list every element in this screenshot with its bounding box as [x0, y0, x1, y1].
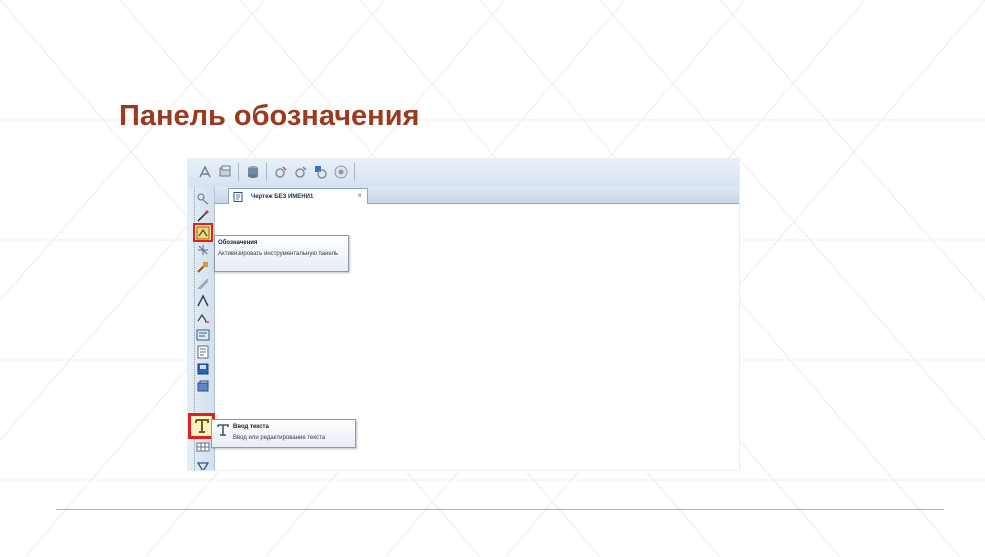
document-tab-label: Чертеж БЕЗ ИМЕНИ1 — [251, 193, 314, 200]
spec-link-icon[interactable] — [312, 163, 330, 181]
slide-title: Панель обозначения — [119, 100, 420, 132]
document-tabbar: Чертеж БЕЗ ИМЕНИ1 × — [214, 187, 739, 204]
layers-icon[interactable] — [216, 163, 234, 181]
spec-copy-icon[interactable] — [292, 163, 310, 181]
tooltip-title: Ввод текста — [233, 424, 269, 430]
dimensions-icon[interactable] — [195, 208, 211, 223]
tooltip-description: Ввод или редактирование текста — [233, 435, 326, 441]
table-icon[interactable] — [195, 439, 211, 454]
edit-icon[interactable] — [195, 242, 211, 257]
tooltip-text-input: Ввод текста Ввод или редактирование текс… — [211, 419, 356, 448]
tooltip-designations: Обозначения Активизировать инструменталь… — [214, 235, 349, 272]
roughness-icon[interactable] — [195, 458, 211, 470]
drawing-icon — [233, 191, 243, 202]
designations-icon[interactable] — [193, 223, 213, 242]
kompas-window: Чертеж БЕЗ ИМЕНИ1 × Обозначения Активизи… — [188, 159, 739, 470]
top-toolbar — [188, 159, 739, 188]
close-icon[interactable]: × — [357, 191, 362, 201]
tooltip-description: Активизировать инструментальную панель — [218, 251, 339, 257]
associative-icon[interactable] — [195, 310, 211, 325]
settings-icon[interactable] — [332, 163, 350, 181]
footer-divider — [56, 509, 944, 510]
database-icon[interactable] — [244, 163, 262, 181]
measure-icon[interactable] — [195, 276, 211, 291]
tooltip-title: Обозначения — [218, 240, 258, 246]
pointer-icon[interactable] — [196, 163, 214, 181]
parametrization-icon[interactable] — [195, 259, 211, 274]
library-icon[interactable] — [195, 378, 211, 393]
reports-icon[interactable] — [195, 344, 211, 359]
insert-icon[interactable] — [195, 361, 211, 376]
text-icon — [217, 424, 229, 436]
text-icon[interactable] — [188, 413, 215, 439]
select-icon[interactable] — [195, 293, 211, 308]
spec-sheet-icon[interactable] — [195, 327, 211, 342]
document-tab[interactable]: Чертеж БЕЗ ИМЕНИ1 × — [228, 188, 368, 204]
geometry-icon[interactable] — [195, 191, 211, 206]
spec-icon[interactable] — [272, 163, 290, 181]
